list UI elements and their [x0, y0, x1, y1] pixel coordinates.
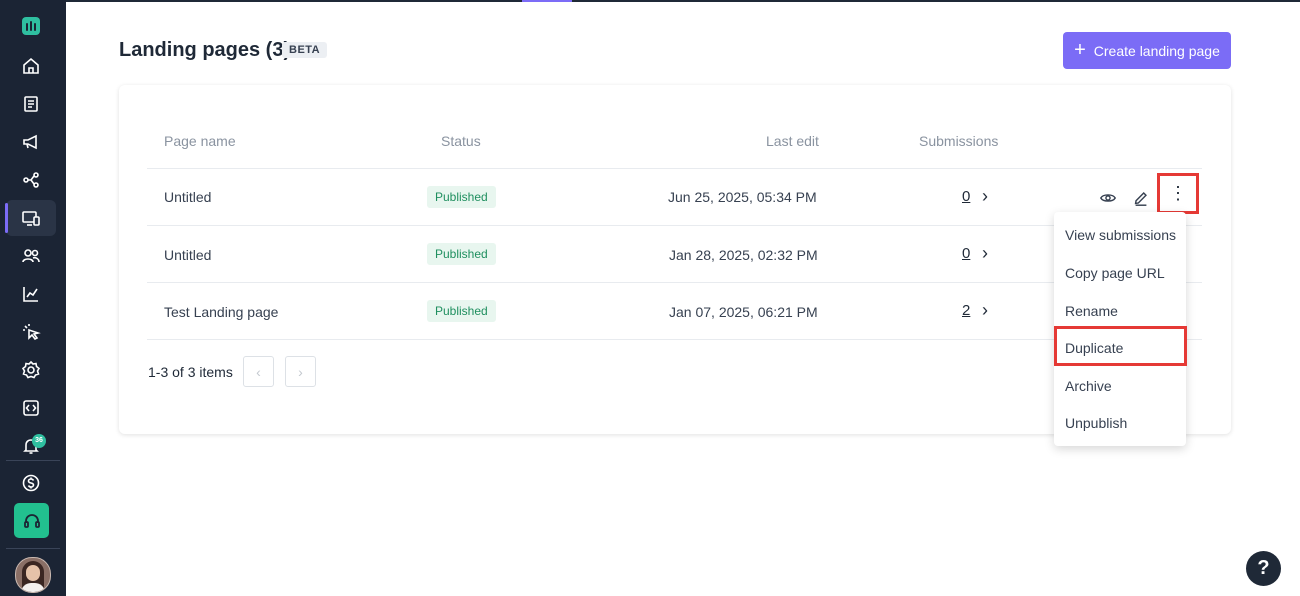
home-icon[interactable] [6, 48, 56, 84]
settings-icon[interactable] [6, 352, 56, 388]
notification-count-badge: 36 [32, 434, 46, 448]
create-landing-page-button[interactable]: + Create landing page [1063, 32, 1231, 69]
submissions-count-link[interactable]: 0 [962, 188, 970, 205]
chevron-right-icon[interactable]: › [982, 243, 988, 264]
app-logo-icon[interactable] [22, 17, 40, 35]
column-header-last-edit[interactable]: Last edit [766, 133, 819, 149]
column-header-page-name[interactable]: Page name [164, 133, 236, 149]
chevron-right-icon[interactable]: › [982, 186, 988, 207]
billing-icon[interactable] [6, 465, 56, 501]
table-divider [147, 168, 1202, 169]
page-name[interactable]: Untitled [164, 189, 211, 205]
menu-item-archive[interactable]: Archive [1065, 378, 1112, 394]
table-divider [147, 282, 1202, 283]
eye-icon[interactable] [1099, 189, 1117, 207]
workflow-icon[interactable] [6, 162, 56, 198]
submissions-count-link[interactable]: 2 [962, 302, 970, 319]
next-page-button[interactable]: › [285, 356, 316, 387]
pencil-icon[interactable] [1132, 189, 1150, 207]
analytics-icon[interactable] [6, 276, 56, 312]
code-icon[interactable] [6, 390, 56, 426]
menu-item-rename[interactable]: Rename [1065, 303, 1118, 319]
page-name[interactable]: Test Landing page [164, 304, 278, 320]
pagination-label: 1-3 of 3 items [148, 364, 233, 380]
page-title: Landing pages (3) [119, 39, 291, 61]
last-edit: Jan 07, 2025, 06:21 PM [669, 304, 818, 320]
table-divider [147, 225, 1202, 226]
last-edit: Jun 25, 2025, 05:34 PM [668, 189, 817, 205]
table-divider [147, 339, 1202, 340]
chevron-right-icon[interactable]: › [982, 300, 988, 321]
landing-page-icon[interactable] [5, 200, 56, 236]
avatar[interactable] [15, 557, 51, 593]
status-badge: Published [427, 186, 496, 208]
duplicate-highlight-box [1054, 326, 1187, 366]
last-edit: Jan 28, 2025, 02:32 PM [669, 247, 818, 263]
click-icon[interactable] [6, 314, 56, 350]
contacts-icon[interactable] [6, 238, 56, 274]
headset-icon[interactable] [14, 503, 49, 538]
sidebar-divider [6, 460, 60, 461]
status-badge: Published [427, 300, 496, 322]
menu-item-view-submissions[interactable]: View submissions [1065, 227, 1176, 243]
sidebar: 36 [0, 0, 66, 596]
menu-item-unpublish[interactable]: Unpublish [1065, 415, 1127, 431]
column-header-submissions[interactable]: Submissions [919, 133, 998, 149]
document-icon[interactable] [6, 86, 56, 122]
create-button-label: Create landing page [1093, 42, 1220, 59]
bell-icon[interactable] [6, 428, 56, 464]
status-badge: Published [427, 243, 496, 265]
beta-badge: BETA [282, 42, 328, 58]
more-options-icon[interactable]: ⋮ [1157, 173, 1199, 214]
prev-page-button[interactable]: ‹ [243, 356, 274, 387]
megaphone-icon[interactable] [6, 124, 56, 160]
menu-item-copy-page-url[interactable]: Copy page URL [1065, 265, 1165, 281]
column-header-status[interactable]: Status [441, 133, 481, 149]
top-border-accent [522, 0, 572, 2]
sidebar-divider [6, 548, 60, 549]
top-border [0, 0, 1300, 2]
help-button[interactable]: ? [1246, 551, 1281, 586]
page-name[interactable]: Untitled [164, 247, 211, 263]
plus-icon: + [1074, 38, 1086, 61]
submissions-count-link[interactable]: 0 [962, 245, 970, 262]
